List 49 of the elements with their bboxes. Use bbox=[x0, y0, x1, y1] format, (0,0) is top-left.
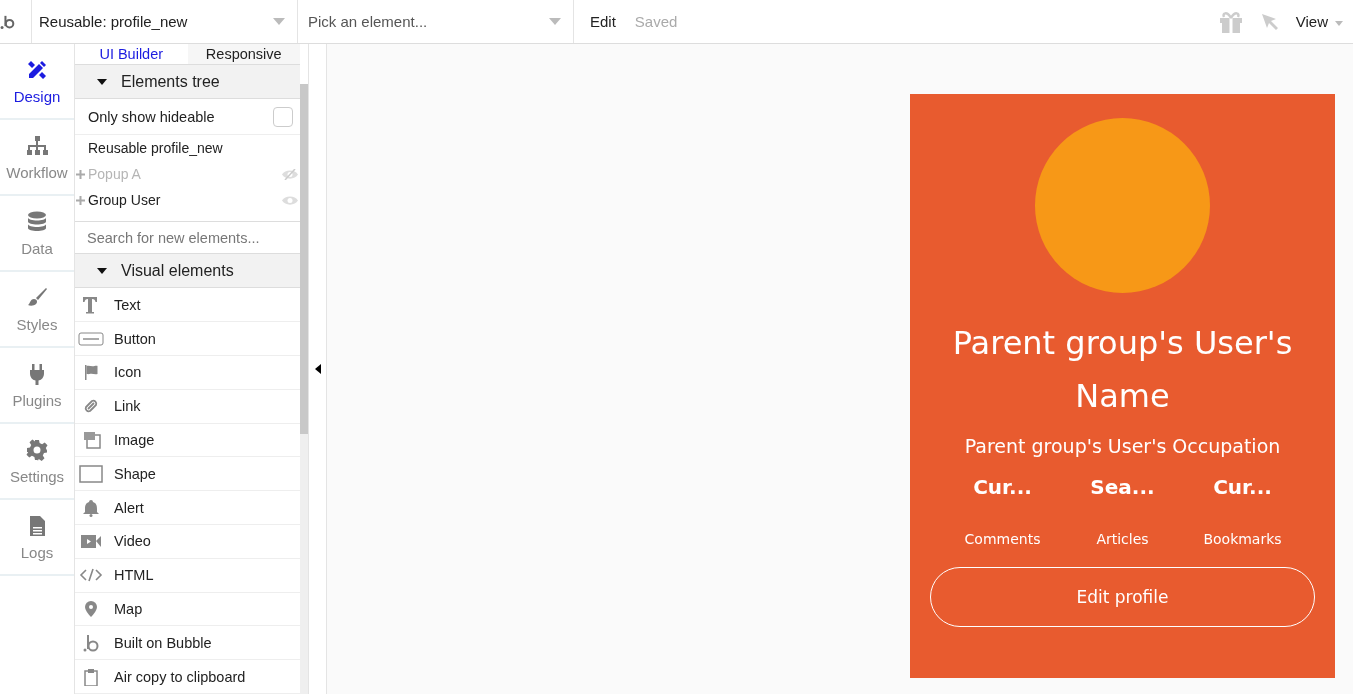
element-dropdown[interactable]: Pick an element... bbox=[298, 0, 574, 43]
gift-icon[interactable] bbox=[1217, 10, 1244, 33]
element-list-item[interactable]: Image bbox=[75, 423, 300, 458]
sidebar-tab[interactable]: Styles bbox=[0, 272, 74, 348]
section-header[interactable]: Elements tree bbox=[75, 65, 300, 100]
element-list-item[interactable]: Map bbox=[75, 592, 300, 627]
search-field[interactable]: Search for new elements... bbox=[75, 221, 300, 255]
stat-value: Cur... bbox=[973, 475, 1032, 499]
rectangle-icon bbox=[78, 464, 104, 483]
sidebar-tab[interactable]: Settings bbox=[0, 424, 74, 500]
button-icon bbox=[78, 329, 104, 348]
user-occupation: Parent group's User's Occupation bbox=[964, 435, 1281, 457]
element-list-item[interactable]: Button bbox=[75, 322, 300, 357]
element-list-item[interactable]: Video bbox=[75, 525, 300, 559]
section-header[interactable]: Visual elements bbox=[75, 254, 300, 289]
checkbox[interactable] bbox=[273, 106, 293, 127]
sidebar-tab[interactable]: Workflow bbox=[0, 120, 74, 196]
element-list-item[interactable]: Text bbox=[75, 288, 300, 323]
tree-item[interactable]: Group User bbox=[88, 192, 161, 209]
view-menu[interactable]: View bbox=[1295, 13, 1343, 30]
cursor-arrow-icon[interactable] bbox=[1259, 11, 1280, 32]
stat-label: Bookmarks bbox=[1203, 531, 1282, 547]
edit-label[interactable]: Edit bbox=[590, 13, 616, 30]
scrollbar-thumb[interactable] bbox=[300, 84, 308, 434]
sitemap-icon bbox=[25, 133, 49, 158]
gear-icon bbox=[25, 437, 49, 462]
sidebar-tab[interactable]: Logs bbox=[0, 500, 74, 576]
user-name: Parent group's User's Name bbox=[951, 323, 1294, 417]
stat-label: Articles bbox=[1096, 531, 1149, 547]
eye-icon[interactable] bbox=[282, 194, 298, 206]
collapse-arrow-icon[interactable] bbox=[314, 364, 321, 374]
stat-label: Comments bbox=[964, 531, 1041, 547]
element-list-item[interactable]: Shape bbox=[75, 457, 300, 492]
element-list-item[interactable]: Air copy to clipboard bbox=[75, 660, 300, 694]
element-list-item[interactable]: Alert bbox=[75, 491, 300, 525]
stat-value: Cur... bbox=[1213, 475, 1272, 499]
stat-value: Sea... bbox=[1090, 475, 1155, 499]
element-list-item[interactable]: Icon bbox=[75, 356, 300, 390]
video-camera-icon bbox=[78, 532, 104, 551]
tree-item[interactable]: Reusable profile_new bbox=[75, 135, 300, 162]
sidebar-tab[interactable]: Plugins bbox=[0, 348, 74, 424]
panel-tab[interactable]: Responsive bbox=[187, 44, 300, 66]
expand-plus-icon[interactable] bbox=[76, 169, 85, 179]
expand-plus-icon[interactable] bbox=[76, 195, 85, 205]
database-icon bbox=[25, 209, 49, 234]
page-dropdown[interactable]: Reusable: profile_new bbox=[32, 0, 298, 43]
checkbox-label: Only show hideable bbox=[88, 108, 215, 125]
eye-slash-icon[interactable] bbox=[282, 168, 298, 180]
save-status: Saved bbox=[634, 13, 678, 30]
